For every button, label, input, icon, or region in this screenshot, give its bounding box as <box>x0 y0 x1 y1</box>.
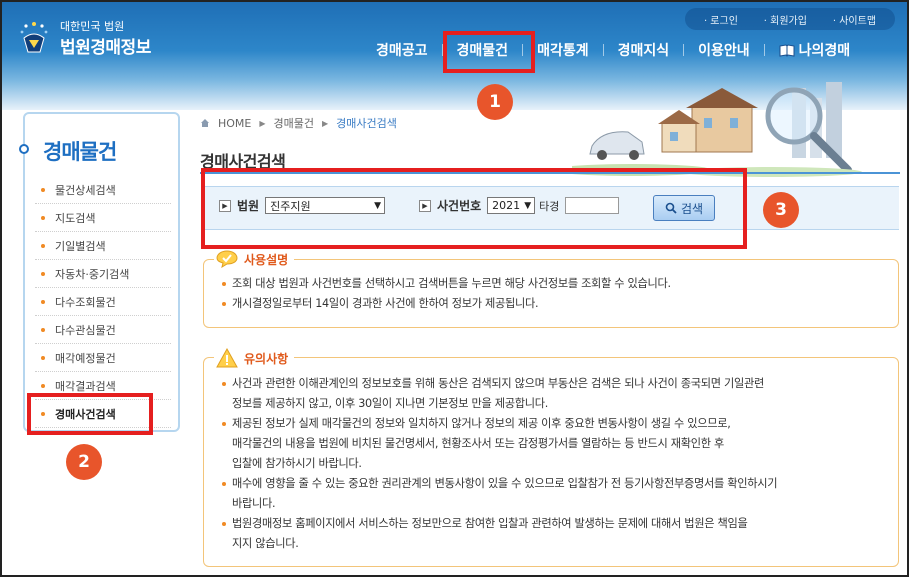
site-logo[interactable]: 대한민국 법원 법원경매정보 <box>16 16 166 60</box>
list-item-line: 매수에 영향을 줄 수 있는 중요한 권리관계의 변동사항이 있을 수 있으므로… <box>232 477 778 490</box>
breadcrumb-current: 경매사건검색 <box>336 117 397 130</box>
list-item-line: 지지 않습니다. <box>232 537 299 550</box>
nav-my-auction-label: 나의경매 <box>798 43 851 59</box>
sidebar-item-most-watched[interactable]: 다수관심물건 <box>35 316 171 344</box>
warning-icon <box>216 348 238 368</box>
nav-auction-knowledge[interactable]: 경매지식 <box>604 40 684 60</box>
chevron-right-icon: ▶ <box>259 118 266 128</box>
breadcrumb-auction-items[interactable]: 경매물건 <box>274 115 314 131</box>
list-item: 사건과 관련한 이해관계인의 정보보호를 위해 동산은 검색되지 않으며 부동산… <box>220 374 890 414</box>
usage-info-list: 조회 대상 법원과 사건번호를 선택하시고 검색버튼을 누르면 해당 사건정보를… <box>220 274 890 314</box>
usage-info-header: 사용설명 <box>214 250 295 268</box>
list-item-line: 입찰에 참가하시기 바랍니다. <box>232 457 362 470</box>
login-link[interactable]: 로그인 <box>704 12 738 27</box>
sidebar-menu: 물건상세검색 지도검색 기일별검색 자동차·중기검색 다수조회물건 다수관심물건… <box>35 176 171 428</box>
sidebar-bullet-icon <box>19 144 29 154</box>
sidebar: 경매물건 물건상세검색 지도검색 기일별검색 자동차·중기검색 다수조회물건 다… <box>19 112 180 432</box>
list-item: 개시결정일로부터 14일이 경과한 사건에 한하여 정보가 제공됩니다. <box>220 294 890 314</box>
sidebar-item-date-search[interactable]: 기일별검색 <box>35 232 171 260</box>
header-illustration <box>572 82 862 177</box>
nav-my-auction[interactable]: 나의경매 <box>765 40 865 60</box>
list-item: 매수에 영향을 줄 수 있는 중요한 권리관계의 변동사항이 있을 수 있으므로… <box>220 474 890 514</box>
main-navigation: 경매공고 경매물건 매각통계 경매지식 이용안내 나의경매 <box>362 38 864 62</box>
chevron-right-icon: ▶ <box>322 118 329 128</box>
sidebar-item-detail-search[interactable]: 물건상세검색 <box>35 176 171 204</box>
utility-links: 로그인 회원가입 사이트맵 <box>685 8 895 30</box>
sidebar-title: 경매물건 <box>43 140 117 164</box>
caution-title: 유의사항 <box>244 351 289 366</box>
annotation-box-sidebar <box>27 393 153 435</box>
list-item-line: 바랍니다. <box>232 497 276 510</box>
list-item: 조회 대상 법원과 사건번호를 선택하시고 검색버튼을 누르면 해당 사건정보를… <box>220 274 890 294</box>
sidebar-item-most-viewed[interactable]: 다수조회물건 <box>35 288 171 316</box>
list-item-line: 사건과 관련한 이해관계인의 정보보호를 위해 동산은 검색되지 않으며 부동산… <box>232 377 764 390</box>
list-item: 법원경매정보 홈페이지에서 서비스하는 정보만으로 참여한 입찰과 관련하여 발… <box>220 514 890 554</box>
annotation-box-nav <box>443 31 535 73</box>
usage-info-box: 사용설명 조회 대상 법원과 사건번호를 선택하시고 검색버튼을 누르면 해당 … <box>203 250 899 328</box>
home-icon <box>201 119 209 127</box>
nav-auction-notice[interactable]: 경매공고 <box>362 40 442 60</box>
chat-bubble-icon <box>216 250 238 268</box>
logo-subtitle: 대한민국 법원 <box>60 20 125 33</box>
list-item: 제공된 정보가 실제 매각물건의 정보와 일치하지 않거나 정보의 제공 이후 … <box>220 414 890 474</box>
breadcrumb-home[interactable]: HOME <box>218 117 251 130</box>
court-emblem-icon <box>20 22 48 53</box>
nav-usage-guide[interactable]: 이용안내 <box>684 40 764 60</box>
sitemap-link[interactable]: 사이트맵 <box>833 12 876 27</box>
caution-box: 유의사항 사건과 관련한 이해관계인의 정보보호를 위해 동산은 검색되지 않으… <box>203 348 899 567</box>
sidebar-item-vehicle-search[interactable]: 자동차·중기검색 <box>35 260 171 288</box>
logo-title: 법원경매정보 <box>60 38 151 58</box>
annotation-box-search <box>201 168 747 249</box>
caution-list: 사건과 관련한 이해관계인의 정보보호를 위해 동산은 검색되지 않으며 부동산… <box>220 374 890 554</box>
list-item-line: 매각물건의 내용을 법원에 비치된 물건명세서, 현황조사서 또는 감정평가서를… <box>232 437 724 450</box>
breadcrumb: HOME ▶ 경매물건 ▶ 경매사건검색 <box>200 115 397 131</box>
list-item-line: 제공된 정보가 실제 매각물건의 정보와 일치하지 않거나 정보의 제공 이후 … <box>232 417 731 430</box>
sidebar-item-scheduled-sale[interactable]: 매각예정물건 <box>35 344 171 372</box>
list-item-line: 정보를 제공하지 않고, 이후 30일이 지나면 기본정보 만을 제공합니다. <box>232 397 548 410</box>
annotation-badge-2: 2 <box>66 444 102 480</box>
signup-link[interactable]: 회원가입 <box>764 12 807 27</box>
usage-info-title: 사용설명 <box>244 252 289 267</box>
screenshot-frame: 대한민국 법원 법원경매정보 로그인 회원가입 사이트맵 경매공고 경매물건 매… <box>0 0 909 577</box>
list-item-line: 법원경매정보 홈페이지에서 서비스하는 정보만으로 참여한 입찰과 관련하여 발… <box>232 517 748 530</box>
sidebar-item-map-search[interactable]: 지도검색 <box>35 204 171 232</box>
annotation-badge-1: 1 <box>477 84 513 120</box>
book-icon <box>779 43 795 57</box>
caution-header: 유의사항 <box>214 348 295 368</box>
annotation-badge-3: 3 <box>763 192 799 228</box>
